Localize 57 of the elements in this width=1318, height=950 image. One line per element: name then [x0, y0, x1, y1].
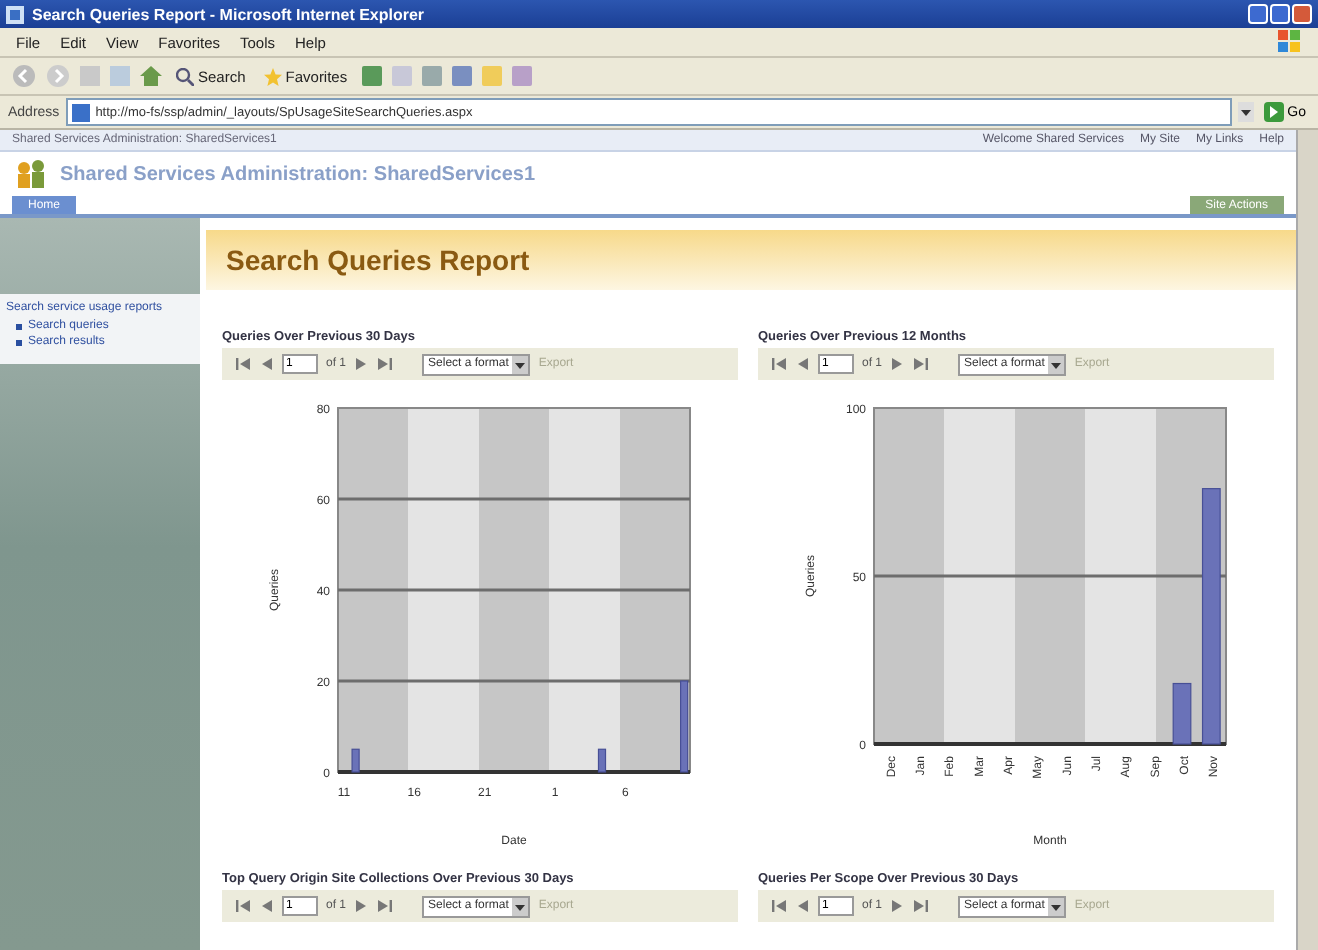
bullet-icon	[16, 339, 22, 345]
dropdown-icon	[512, 355, 529, 373]
chart-bar	[351, 748, 360, 773]
last-page-icon	[378, 358, 393, 370]
first-page-button[interactable]	[770, 358, 788, 370]
site-title: Shared Services Administration: SharedServices1	[60, 163, 536, 185]
chart-bar	[597, 748, 607, 773]
home-icon[interactable]	[140, 66, 162, 86]
last-page-icon	[914, 358, 929, 370]
next-page-button[interactable]	[890, 358, 905, 370]
back-icon[interactable]	[12, 64, 36, 88]
people-logo-icon	[16, 160, 48, 188]
previous-page-button[interactable]	[796, 358, 810, 370]
first-page-button[interactable]	[770, 900, 788, 912]
last-page-button[interactable]	[376, 900, 395, 912]
next-icon	[356, 358, 367, 370]
previous-icon	[798, 358, 808, 370]
first-page-icon	[772, 358, 786, 370]
go-arrow-icon	[1263, 102, 1284, 122]
previous-page-button[interactable]	[260, 358, 274, 370]
previous-icon	[262, 358, 272, 370]
chart-bar	[1172, 682, 1192, 745]
dropdown-icon	[1048, 355, 1065, 373]
last-page-button[interactable]	[912, 358, 931, 370]
last-page-button[interactable]	[376, 358, 395, 370]
last-page-button[interactable]	[912, 900, 931, 912]
first-page-button[interactable]	[234, 900, 252, 912]
dropdown-icon[interactable]	[1237, 102, 1254, 122]
first-page-icon	[236, 358, 250, 370]
star-icon	[263, 67, 282, 85]
next-page-button[interactable]	[354, 358, 369, 370]
first-page-button[interactable]	[234, 358, 252, 370]
next-icon	[892, 900, 903, 912]
next-icon	[356, 900, 367, 912]
browser-icon	[6, 5, 24, 23]
minimize-button[interactable]	[1248, 4, 1268, 24]
previous-page-button[interactable]	[260, 900, 274, 912]
next-icon	[892, 358, 903, 370]
dropdown-icon	[1048, 897, 1065, 915]
first-page-icon	[236, 900, 250, 912]
previous-page-button[interactable]	[796, 900, 810, 912]
first-page-icon	[772, 900, 786, 912]
maximize-button[interactable]	[1270, 4, 1290, 24]
last-page-icon	[914, 900, 929, 912]
last-page-icon	[378, 900, 393, 912]
window-title: Search Queries Report - Microsoft Internet Explorer	[32, 5, 425, 23]
search-icon	[176, 67, 194, 85]
page-title: Search Queries Report	[206, 230, 1296, 290]
close-button[interactable]	[1292, 4, 1312, 24]
previous-icon	[262, 900, 272, 912]
windows-flag-icon	[1278, 30, 1302, 54]
dropdown-icon	[512, 897, 529, 915]
next-page-button[interactable]	[890, 900, 905, 912]
previous-icon	[798, 900, 808, 912]
chart-bar	[680, 680, 689, 773]
bullet-icon	[16, 323, 22, 329]
next-page-button[interactable]	[354, 900, 369, 912]
